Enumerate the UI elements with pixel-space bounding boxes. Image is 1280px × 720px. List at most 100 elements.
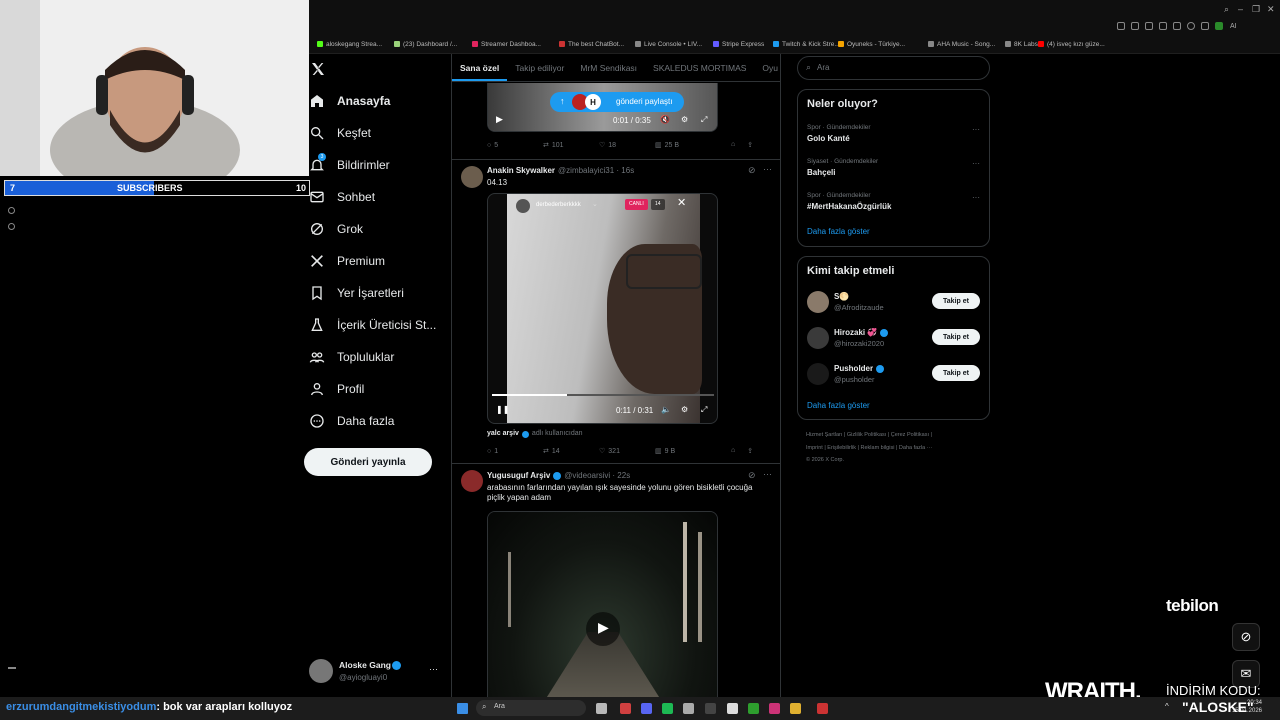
settings-icon[interactable]: ⚙ — [681, 405, 688, 414]
reply-button[interactable]: ○ 1 — [487, 447, 543, 455]
profile-icon[interactable] — [1215, 22, 1223, 30]
more-icon[interactable]: ··· — [763, 469, 772, 479]
more-icon[interactable] — [8, 667, 16, 669]
views-button[interactable]: ▥ 9 B — [655, 447, 711, 456]
windows-start-icon[interactable] — [457, 703, 468, 714]
footer-links[interactable]: Hizmet Şartları | Gizlilik Politikası | … — [806, 432, 932, 438]
follow-suggestion-name[interactable]: S🌕 — [834, 292, 849, 301]
folder-icon[interactable] — [790, 703, 801, 714]
follow-button[interactable]: Takip et — [932, 329, 980, 345]
trend-name[interactable]: Bahçeli — [807, 168, 835, 177]
close-icon[interactable]: ✕ — [677, 196, 686, 209]
sidebar-item-topluluklar[interactable]: Topluluklar — [309, 344, 394, 370]
bookmark-item[interactable]: AHA Music - Song... — [928, 38, 995, 50]
follow-button[interactable]: Takip et — [932, 293, 980, 309]
bookmark-item[interactable]: Stripe Express — [713, 38, 764, 50]
video-player[interactable]: derbederberkkkk ⌄ CANLI 14 ✕ ❚❚ 0:11 / 0… — [487, 193, 718, 424]
settings-icon[interactable]: ⚙ — [681, 115, 688, 124]
author-handle[interactable]: @videoarsivi · 22s — [564, 471, 630, 480]
minimize-icon[interactable]: – — [1238, 4, 1243, 14]
shield-icon[interactable] — [1159, 22, 1167, 30]
spotify-icon[interactable] — [662, 703, 673, 714]
ai-icon[interactable]: AI — [1230, 23, 1237, 30]
video-player[interactable]: ▶ — [487, 511, 718, 720]
play-icon[interactable] — [1187, 22, 1195, 30]
tab-0[interactable]: Sana özel — [452, 54, 508, 81]
reply-button[interactable]: ○ 5 — [487, 141, 543, 149]
avatar[interactable] — [461, 166, 483, 188]
settings-icon[interactable] — [8, 223, 15, 230]
who-show-more[interactable]: Daha fazla göster — [807, 401, 870, 410]
like-button[interactable]: ♡ 321 — [599, 447, 655, 456]
trend-name[interactable]: Golo Kanté — [807, 134, 850, 143]
share-icon[interactable]: ⇪ — [747, 141, 753, 149]
sidebar-item-premium[interactable]: Premium — [309, 248, 385, 274]
footer-links[interactable]: Imprint | Erişilebilirlik | Reklam bilgi… — [806, 445, 932, 451]
close-icon[interactable]: ✕ — [1267, 4, 1275, 15]
discord-icon[interactable] — [641, 703, 652, 714]
follow-button[interactable]: Takip et — [932, 365, 980, 381]
avatar[interactable] — [807, 363, 829, 385]
bookmark-item[interactable]: The best ChatBot... — [559, 38, 624, 50]
mute-icon[interactable]: 🔇 — [660, 115, 670, 124]
like-button[interactable]: ♡ 18 — [599, 141, 655, 150]
search-icon[interactable]: ⌕ — [1224, 4, 1229, 15]
more-icon[interactable]: ··· — [972, 159, 980, 168]
more-icon[interactable]: ··· — [972, 193, 980, 202]
grok-icon[interactable]: ⊘ — [748, 165, 756, 176]
avatar[interactable] — [461, 470, 483, 492]
extension-icon[interactable] — [1173, 22, 1181, 30]
share-icon[interactable] — [1201, 22, 1209, 30]
sidebar-item-sohbet[interactable]: Sohbet — [309, 184, 375, 210]
play-icon[interactable]: ▶ — [496, 114, 503, 125]
sidebar-item-yer-i-şaretleri[interactable]: Yer İşaretleri — [309, 280, 404, 306]
follow-suggestion-name[interactable]: Hirozaki 💞 — [834, 328, 889, 337]
more-icon[interactable]: ··· — [972, 125, 980, 134]
xbox-icon[interactable] — [748, 703, 759, 714]
more-icon[interactable]: ··· — [429, 664, 438, 674]
opera-icon[interactable] — [620, 703, 631, 714]
account-name[interactable]: Aloske Gang — [339, 660, 391, 670]
bookmark-item[interactable]: Oyuneks - Türkiye... — [838, 38, 905, 50]
sidebar-item-keşfet[interactable]: Keşfet — [309, 120, 371, 146]
grok-icon[interactable]: ⊘ — [1232, 623, 1260, 651]
avatar[interactable] — [309, 659, 333, 683]
chevron-up-icon[interactable]: ^ — [1165, 702, 1169, 711]
post-button[interactable]: Gönderi yayınla — [304, 448, 432, 476]
bookmark-item[interactable]: 8K Labs — [1005, 38, 1038, 50]
bookmark-item[interactable]: Twitch & Kick Stre... — [773, 38, 840, 50]
bookmark-item[interactable]: Streamer Dashboa... — [472, 38, 541, 50]
sidebar-item-profil[interactable]: Profil — [309, 376, 364, 402]
avatar[interactable] — [807, 327, 829, 349]
bookmark-item[interactable]: Live Console • LIV... — [635, 38, 702, 50]
repost-button[interactable]: ⇄ 14 — [543, 447, 599, 456]
grok-icon[interactable]: ⊘ — [748, 470, 756, 481]
tab-3[interactable]: SKALEDUS MORTIMAS — [645, 54, 754, 81]
author-name[interactable]: Yugusuguf Arşiv — [487, 471, 550, 480]
sidebar-item-grok[interactable]: Grok — [309, 216, 363, 242]
explorer-icon[interactable] — [596, 703, 607, 714]
source-name[interactable]: yalc arşiv — [487, 430, 519, 438]
taskbar-search[interactable]: ⌕ Ara — [476, 700, 586, 716]
steam-icon[interactable] — [683, 703, 694, 714]
volume-icon[interactable]: 🔈 — [661, 405, 671, 414]
author-name[interactable]: Anakin Skywalker — [487, 166, 555, 175]
fullscreen-icon[interactable]: ⤢ — [701, 405, 707, 415]
sidebar-item-bildirimler[interactable]: 3 Bildirimler — [309, 152, 390, 178]
avatar[interactable] — [807, 291, 829, 313]
search-input[interactable]: ⌕ Ara — [797, 56, 990, 80]
app-icon[interactable] — [769, 703, 780, 714]
follow-suggestion-name[interactable]: Pusholder — [834, 364, 885, 373]
zoom-icon[interactable] — [1117, 22, 1125, 30]
author-handle[interactable]: @zimbalayici31 · 16s — [558, 166, 634, 175]
pause-icon[interactable]: ❚❚ — [496, 405, 509, 414]
x-logo-icon[interactable] — [310, 61, 326, 77]
bookmark-item[interactable]: (23) Dashboard /... — [394, 38, 457, 50]
more-icon[interactable]: ··· — [763, 164, 772, 174]
sidebar-item-daha-fazla[interactable]: Daha fazla — [309, 408, 394, 434]
bookmark-icon[interactable]: ⌂ — [731, 447, 735, 455]
bookmark-item[interactable]: (4) isveç kızı güze... — [1038, 38, 1105, 50]
repost-button[interactable]: ⇄ 101 — [543, 141, 599, 150]
fullscreen-icon[interactable]: ⤢ — [701, 115, 707, 125]
trends-show-more[interactable]: Daha fazla göster — [807, 227, 870, 236]
